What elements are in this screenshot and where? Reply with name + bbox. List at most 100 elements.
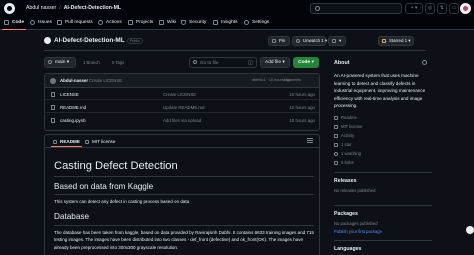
heading-divider xyxy=(54,194,314,195)
pull-requests-icon[interactable]: ⇅ xyxy=(437,3,447,14)
floating-assistant-button[interactable] xyxy=(466,226,474,234)
file-table: Abdul-nasser Create LICENSE dbfe5c1 · 10… xyxy=(44,73,320,131)
search-icon xyxy=(315,6,320,11)
commit-author-avatar[interactable] xyxy=(50,78,56,84)
fork-icon xyxy=(332,39,336,43)
pulse-icon xyxy=(334,134,338,138)
activity-link[interactable]: Activity xyxy=(334,133,354,138)
repo-owner-avatar[interactable] xyxy=(44,37,51,44)
heading-divider xyxy=(54,225,314,226)
visibility-badge: Public xyxy=(127,38,143,44)
wiki-icon xyxy=(159,20,164,25)
user-avatar[interactable] xyxy=(460,3,471,14)
tab-license[interactable]: MIT license xyxy=(85,139,115,144)
unwatch-button[interactable]: Unwatch 1 ▾ xyxy=(292,36,327,46)
law-icon xyxy=(85,140,89,144)
go-to-file-input[interactable]: Go to file t xyxy=(189,57,257,68)
book-icon xyxy=(334,116,338,120)
sidebar-divider xyxy=(334,240,432,241)
commit-count[interactable]: 3 Commits xyxy=(283,78,301,82)
latest-commit-row: Abdul-nasser Create LICENSE dbfe5c1 · 10… xyxy=(45,74,319,88)
packages-heading[interactable]: Packages xyxy=(334,211,358,217)
heading-divider xyxy=(54,176,314,177)
branch-icon xyxy=(48,60,52,64)
breadcrumb: Abdul nasser / AI-Defect-Detection-ML xyxy=(26,5,121,11)
publish-package-link[interactable]: Publish your first package xyxy=(334,229,382,234)
book-icon xyxy=(53,140,57,144)
languages-heading: Languages xyxy=(334,246,362,252)
graph-icon xyxy=(213,20,218,25)
file-name[interactable]: README.md xyxy=(60,105,86,110)
github-logo-icon[interactable] xyxy=(4,3,15,14)
code-icon xyxy=(4,20,9,25)
repo-nav: Code Issues Pull requests Actions Projec… xyxy=(0,17,474,30)
releases-empty-text: No releases published xyxy=(334,188,376,193)
readme-link[interactable]: Readme xyxy=(334,115,357,120)
tab-code[interactable]: Code xyxy=(2,20,26,30)
about-description: An AI-powered system that uses machine l… xyxy=(334,73,426,108)
file-commit-message[interactable]: Create LICENSE xyxy=(163,92,196,97)
breadcrumb-separator: / xyxy=(59,5,61,11)
tab-issues[interactable]: Issues xyxy=(30,20,52,29)
search-icon xyxy=(193,60,197,64)
readme-heading-1: Casting Defect Detection xyxy=(54,160,178,172)
breadcrumb-repo[interactable]: AI-Defect-Detection-ML xyxy=(64,5,121,11)
tab-projects[interactable]: Projects xyxy=(128,20,153,29)
releases-heading[interactable]: Releases xyxy=(334,178,357,184)
forks-link[interactable]: 0 forks xyxy=(334,160,354,165)
file-icon xyxy=(51,92,55,97)
add-file-button[interactable]: Add file ▾ xyxy=(260,57,290,68)
tags-link[interactable]: 0 Tags xyxy=(112,60,124,65)
inbox-icon[interactable]: ▭ xyxy=(449,3,459,14)
tab-security[interactable]: Security xyxy=(181,20,206,29)
fork-icon xyxy=(334,161,338,165)
table-row[interactable]: README.md Update README.md 10 hours ago xyxy=(45,102,319,113)
shield-icon xyxy=(181,20,186,25)
commit-author[interactable]: Abdul-nasser xyxy=(60,78,88,83)
table-row[interactable]: casting.ipynb Add files via upload 10 ho… xyxy=(45,115,319,126)
tab-pull-requests[interactable]: Pull requests xyxy=(57,20,93,29)
pin-icon xyxy=(272,39,276,43)
star-icon xyxy=(382,39,386,43)
file-commit-message[interactable]: Add files via upload xyxy=(163,118,201,123)
add-menu-button[interactable]: + ▾ xyxy=(405,3,423,14)
header-divider xyxy=(44,50,426,51)
file-name[interactable]: LICENSE xyxy=(60,92,79,97)
table-row[interactable]: LICENSE Create LICENSE 10 hours ago xyxy=(45,89,319,100)
sidebar-divider xyxy=(334,172,432,173)
tab-wiki[interactable]: Wiki xyxy=(159,20,176,29)
gear-icon[interactable] xyxy=(422,60,427,65)
tab-settings[interactable]: Settings xyxy=(244,20,269,29)
fork-button[interactable]: ▾ xyxy=(328,36,346,46)
code-button[interactable]: Code ▾ xyxy=(293,57,319,68)
license-link[interactable]: MIT license xyxy=(334,124,362,129)
stars-link[interactable]: 1 star xyxy=(334,142,351,147)
star-icon xyxy=(334,143,338,147)
actions-icon xyxy=(98,20,103,25)
pin-button[interactable]: Pin xyxy=(268,36,290,46)
eye-icon xyxy=(296,39,300,43)
tab-insights[interactable]: Insights xyxy=(213,20,238,29)
commit-message[interactable]: Create LICENSE xyxy=(89,78,122,83)
search-input[interactable] xyxy=(310,3,402,14)
branch-select[interactable]: main ▾ xyxy=(44,57,76,68)
file-icon xyxy=(51,105,55,110)
file-commit-message[interactable]: Update README.md xyxy=(163,105,204,110)
file-name[interactable]: casting.ipynb xyxy=(60,118,86,123)
file-time: 10 hours ago xyxy=(289,92,315,97)
tab-actions[interactable]: Actions xyxy=(98,20,122,29)
law-icon xyxy=(334,125,338,129)
branches-link[interactable]: 1 Branch xyxy=(83,60,100,65)
readme-paragraph: This system can detect any defect in cas… xyxy=(54,199,191,204)
issue-icon xyxy=(30,20,35,25)
readme-heading-2: Based on data from Kaggle xyxy=(54,182,154,191)
watchers-link[interactable]: 1 watching xyxy=(334,151,361,156)
shortcut-hint: t xyxy=(248,60,253,65)
starred-button[interactable]: Starred 1 ▾ xyxy=(378,36,414,46)
tab-readme[interactable]: README xyxy=(51,139,82,147)
issues-icon[interactable]: ◎ xyxy=(425,3,435,14)
gear-icon xyxy=(244,20,249,25)
outline-list-icon[interactable] xyxy=(307,138,313,144)
repo-title[interactable]: AI-Defect-Detection-ML xyxy=(54,37,125,44)
breadcrumb-owner[interactable]: Abdul nasser xyxy=(26,5,56,11)
